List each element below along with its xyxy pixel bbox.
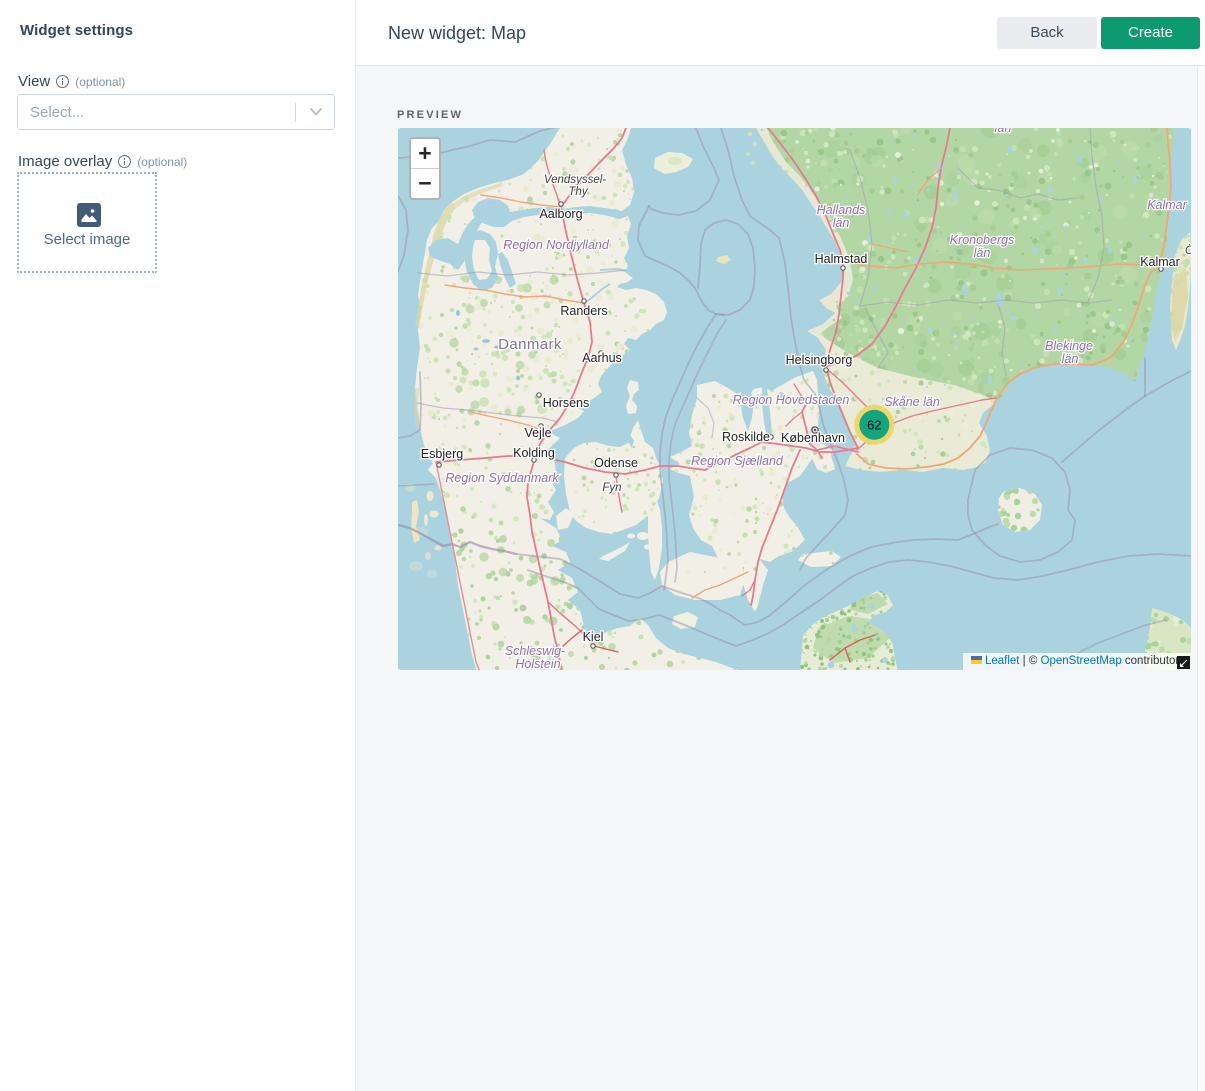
svg-text:Aalborg: Aalborg: [539, 207, 582, 221]
svg-text:Region Hovedstaden: Region Hovedstaden: [733, 393, 850, 407]
svg-text:Esbjerg: Esbjerg: [421, 447, 463, 461]
svg-text:Vendsyssel-: Vendsyssel-: [544, 174, 606, 186]
svg-text:län: län: [974, 246, 991, 260]
svg-text:län: län: [995, 128, 1012, 135]
svg-text:62: 62: [867, 418, 881, 433]
svg-text:Region Nordjylland: Region Nordjylland: [503, 238, 610, 252]
svg-text:Odense: Odense: [594, 456, 638, 470]
svg-text:Region Syddanmark: Region Syddanmark: [445, 471, 559, 485]
svg-text:Horsens: Horsens: [543, 396, 590, 410]
svg-text:Helsingborg: Helsingborg: [786, 353, 853, 367]
svg-text:København: København: [781, 431, 845, 445]
svg-text:Kronobergs: Kronobergs: [950, 233, 1015, 247]
svg-text:Kolding: Kolding: [513, 446, 555, 460]
svg-text:Holstein: Holstein: [515, 657, 560, 670]
svg-text:Blekinge: Blekinge: [1045, 339, 1093, 353]
svg-text:Hallands: Hallands: [817, 203, 866, 217]
svg-text:Öla: Öla: [1185, 245, 1191, 257]
svg-text:Kalmar: Kalmar: [1147, 198, 1187, 212]
svg-text:Halmstad: Halmstad: [815, 252, 868, 266]
svg-text:Randers: Randers: [560, 304, 607, 318]
svg-text:Schleswig-: Schleswig-: [505, 644, 565, 658]
svg-text:Skåne län: Skåne län: [884, 395, 940, 409]
svg-text:Danmark: Danmark: [498, 336, 562, 353]
svg-text:Kalmar: Kalmar: [1140, 255, 1180, 269]
svg-text:Vejle: Vejle: [524, 426, 551, 440]
svg-text:län: län: [833, 216, 850, 230]
svg-text:Region Sjælland: Region Sjælland: [691, 454, 784, 468]
svg-text:Fyn: Fyn: [602, 482, 621, 494]
svg-text:Kiel: Kiel: [583, 630, 604, 644]
svg-text:Roskilde: Roskilde: [722, 430, 770, 444]
svg-text:län: län: [1062, 352, 1079, 366]
svg-text:Aarhus: Aarhus: [582, 351, 622, 365]
svg-text:Thy: Thy: [568, 186, 588, 198]
